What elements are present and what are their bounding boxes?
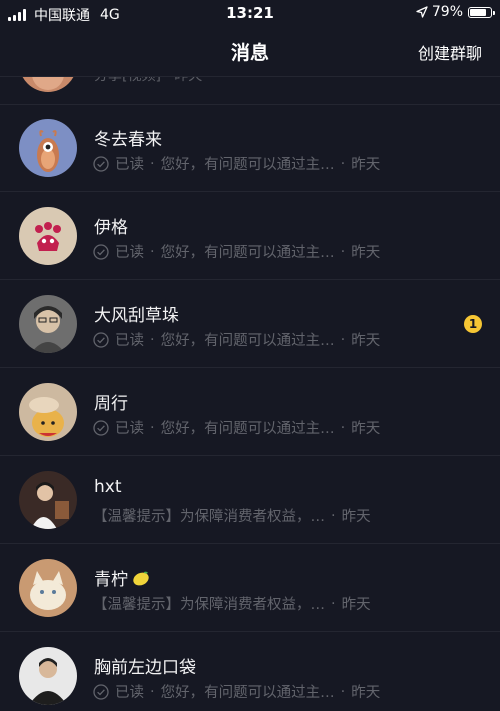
message-preview: 已读 · 您好，有问题可以通过主… · 昨天 <box>93 241 380 262</box>
message-text: 您好，有问题可以通过主… <box>160 157 335 173</box>
nav-header: 消息 创建群聊 <box>0 26 500 77</box>
avatar <box>19 295 77 353</box>
contact-name-text: 伊格 <box>94 218 128 238</box>
message-time: 昨天 <box>351 157 381 173</box>
avatar <box>19 207 77 265</box>
list-item[interactable]: 胸前左边口袋 已读 · 您好，有问题可以通过主… · 昨天 <box>0 632 500 711</box>
list-item[interactable]: 伊格 已读 · 您好，有问题可以通过主… · 昨天 <box>0 192 500 280</box>
message-time: 昨天 <box>341 597 371 613</box>
location-arrow-icon <box>416 6 428 18</box>
contact-name-text: 周行 <box>94 394 128 414</box>
avatar <box>19 647 77 705</box>
read-check-icon <box>93 683 109 700</box>
contact-name-text: 冬去春来 <box>94 130 162 150</box>
messages-screen: 中国联通 4G 13:21 79% 消息 创建群聊 分享[视频] · 昨天 <box>0 0 500 711</box>
message-text: 您好，有问题可以通过主… <box>160 685 335 701</box>
contact-name: 冬去春来 <box>94 125 162 150</box>
message-preview: 已读 · 您好，有问题可以通过主… · 昨天 <box>93 417 380 438</box>
conversation-list[interactable]: 分享[视频] · 昨天 冬去春来 <box>0 77 500 711</box>
message-time: 昨天 <box>351 685 381 701</box>
message-preview: 【温馨提示】为保障消费者权益，… · 昨天 <box>93 505 371 526</box>
status-bar: 中国联通 4G 13:21 79% <box>0 0 500 26</box>
read-status: 已读 <box>115 333 144 349</box>
message-preview: 【温馨提示】为保障消费者权益，… · 昨天 <box>93 593 371 614</box>
list-item-partial[interactable]: 分享[视频] · 昨天 <box>0 77 500 105</box>
status-right: 79% <box>416 4 495 20</box>
contact-name: 胸前左边口袋 <box>94 653 196 678</box>
separator: · <box>150 331 155 348</box>
contact-name: 伊格 <box>94 213 128 238</box>
contact-name-text: 胸前左边口袋 <box>94 658 196 678</box>
separator: · <box>340 331 346 348</box>
contact-name-text: 大风刮草垛 <box>94 306 179 326</box>
message-preview: 已读 · 您好，有问题可以通过主… · 昨天 <box>93 153 380 174</box>
separator: · <box>150 155 155 172</box>
read-check-icon <box>93 331 109 348</box>
avatar <box>19 559 77 617</box>
avatar <box>19 471 77 529</box>
read-check-icon <box>93 419 109 436</box>
create-group-chat-button[interactable]: 创建群聊 <box>418 40 482 64</box>
separator: · <box>340 155 346 172</box>
separator: · <box>340 683 346 700</box>
contact-name-text: 青柠 <box>94 570 128 590</box>
unread-badge: 1 <box>464 315 482 333</box>
message-text: 【温馨提示】为保障消费者权益，… <box>93 509 325 525</box>
avatar <box>19 77 77 92</box>
message-time: 昨天 <box>351 421 381 437</box>
battery-fill <box>470 8 486 16</box>
list-item[interactable]: 大风刮草垛 已读 · 您好，有问题可以通过主… · 昨天 1 <box>0 280 500 368</box>
read-status: 已读 <box>115 421 144 437</box>
message-preview: 已读 · 您好，有问题可以通过主… · 昨天 <box>93 329 380 350</box>
separator: · <box>340 243 346 260</box>
separator: · <box>150 683 155 700</box>
message-preview: 分享[视频] · 昨天 <box>94 77 202 85</box>
message-time: 昨天 <box>351 245 381 261</box>
list-item[interactable]: hxt 【温馨提示】为保障消费者权益，… · 昨天 <box>0 456 500 544</box>
conversation-rows: 冬去春来 已读 · 您好，有问题可以通过主… · 昨天 伊格 已读 · 您好，有… <box>0 104 500 711</box>
list-item[interactable]: 周行 已读 · 您好，有问题可以通过主… · 昨天 <box>0 368 500 456</box>
message-time: 昨天 <box>351 333 381 349</box>
read-status: 已读 <box>115 685 144 701</box>
read-check-icon <box>93 243 109 260</box>
contact-name: 周行 <box>94 389 128 414</box>
read-status: 已读 <box>115 157 144 173</box>
message-preview: 已读 · 您好，有问题可以通过主… · 昨天 <box>93 681 380 702</box>
contact-name: 青柠 <box>94 565 150 590</box>
separator: · <box>331 595 336 612</box>
separator: · <box>150 419 155 436</box>
read-status: 已读 <box>115 245 144 261</box>
message-text: 【温馨提示】为保障消费者权益，… <box>93 597 325 613</box>
separator: · <box>340 419 346 436</box>
message-time: 昨天 <box>341 509 371 525</box>
read-check-icon <box>93 155 109 172</box>
avatar <box>19 119 77 177</box>
separator: · <box>331 507 336 524</box>
message-text: 您好，有问题可以通过主… <box>160 333 335 349</box>
list-item[interactable]: 青柠 【温馨提示】为保障消费者权益，… · 昨天 <box>0 544 500 632</box>
battery-percent: 79% <box>431 4 463 20</box>
message-text: 您好，有问题可以通过主… <box>160 421 335 437</box>
contact-name-text: hxt <box>94 477 122 497</box>
lemon-emoji-icon <box>133 571 149 585</box>
battery-icon <box>468 6 495 18</box>
contact-name: hxt <box>94 477 122 497</box>
contact-name: 大风刮草垛 <box>94 301 179 326</box>
avatar <box>19 383 77 441</box>
list-item[interactable]: 冬去春来 已读 · 您好，有问题可以通过主… · 昨天 <box>0 104 500 192</box>
separator: · <box>150 243 155 260</box>
message-text: 您好，有问题可以通过主… <box>160 245 335 261</box>
